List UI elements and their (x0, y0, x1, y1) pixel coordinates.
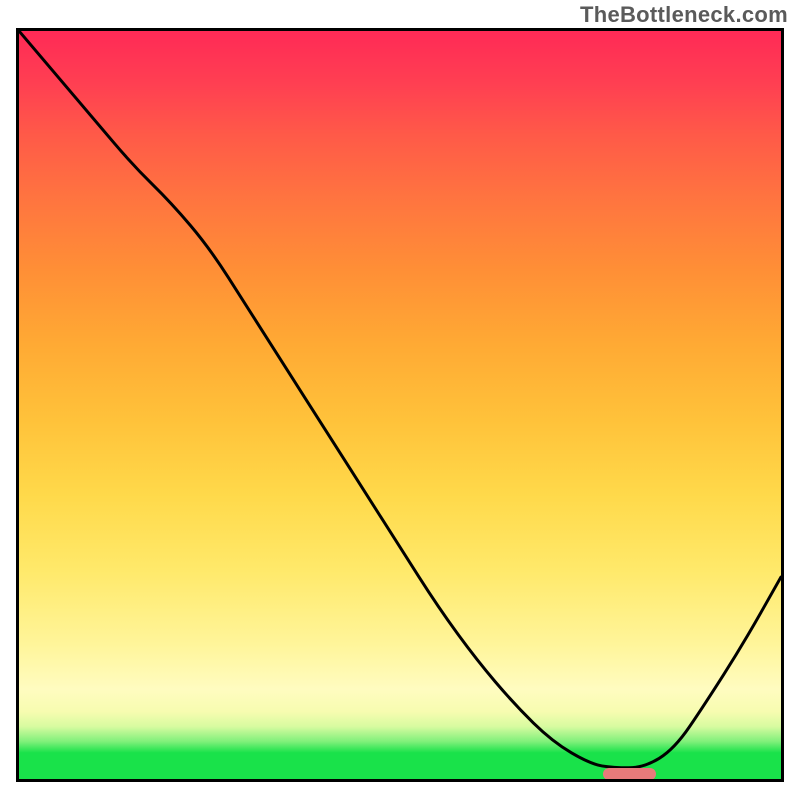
plot-area (16, 28, 784, 782)
watermark-label: TheBottleneck.com (580, 2, 788, 28)
minimum-marker (603, 768, 657, 780)
curve-line (19, 31, 781, 779)
